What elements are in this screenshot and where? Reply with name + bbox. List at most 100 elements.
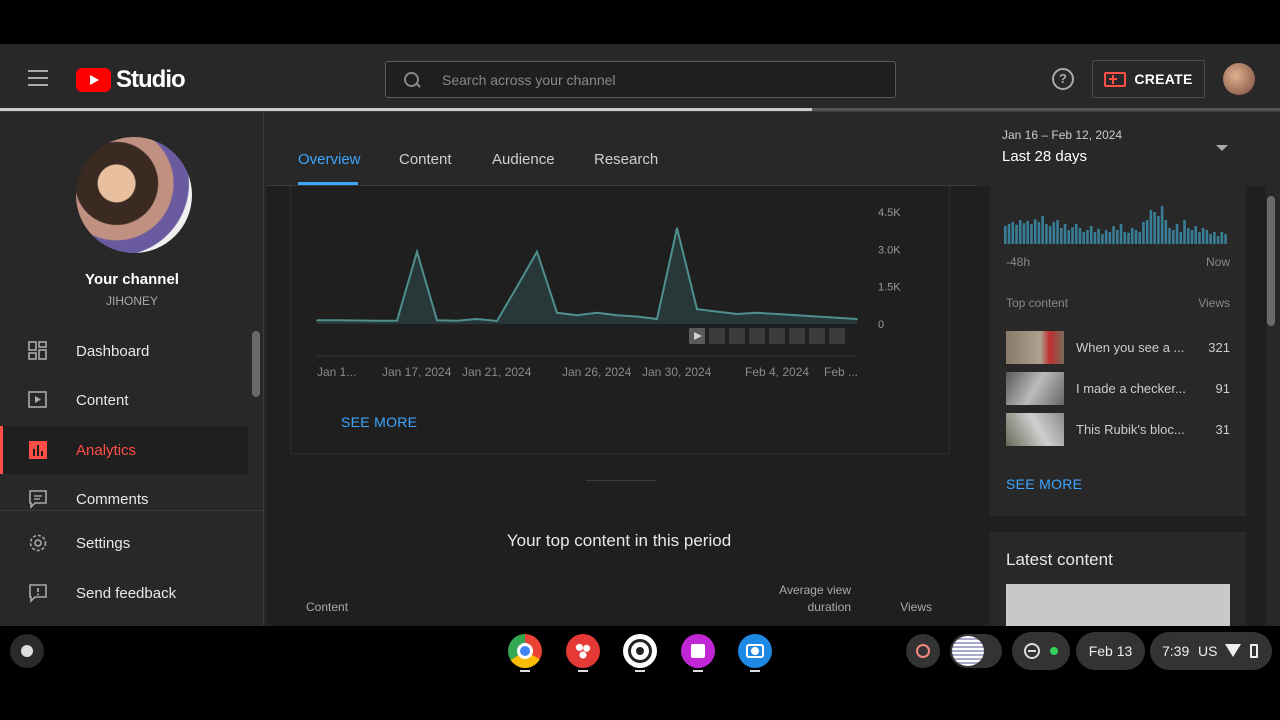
chart-step-button[interactable] bbox=[769, 328, 785, 344]
realtime-bar bbox=[1074, 224, 1078, 244]
sidebar-item-comments[interactable]: Comments bbox=[0, 475, 248, 523]
search-icon bbox=[404, 71, 420, 88]
column-header-content[interactable]: Content bbox=[306, 600, 348, 614]
create-button[interactable]: CREATE bbox=[1092, 60, 1205, 98]
realtime-bar bbox=[1172, 230, 1175, 244]
account-avatar[interactable] bbox=[1223, 63, 1255, 95]
chrome-icon[interactable] bbox=[508, 634, 542, 668]
screencast-icon[interactable] bbox=[681, 634, 715, 668]
realtime-bar bbox=[1015, 224, 1018, 244]
status-dot-icon bbox=[1050, 647, 1058, 655]
realtime-bar bbox=[1220, 232, 1224, 244]
holding-space-icon[interactable] bbox=[950, 634, 1002, 668]
sidebar-item-send-feedback[interactable]: Send feedback bbox=[0, 569, 248, 617]
views-data-point bbox=[656, 318, 658, 320]
studio-logo[interactable]: Studio bbox=[76, 66, 186, 94]
channel-title[interactable]: Your channel bbox=[0, 271, 264, 288]
views-data-point bbox=[576, 314, 578, 317]
realtime-bar bbox=[1209, 234, 1212, 244]
realtime-bar bbox=[1048, 226, 1052, 244]
chart-step-button[interactable] bbox=[809, 328, 825, 344]
realtime-bar bbox=[1007, 224, 1011, 244]
search-box[interactable] bbox=[385, 61, 896, 98]
top-content-row[interactable]: When you see a ... 321 bbox=[1006, 331, 1230, 365]
sidebar-item-settings[interactable]: Settings bbox=[0, 519, 248, 567]
chart-step-button[interactable] bbox=[829, 328, 845, 344]
views-data-point bbox=[436, 319, 438, 322]
section-divider bbox=[586, 480, 656, 481]
realtime-bar bbox=[1063, 224, 1067, 244]
chart-step-button[interactable] bbox=[789, 328, 805, 344]
hamburger-menu-icon[interactable] bbox=[28, 70, 48, 86]
top-header: Studio ? CREATE bbox=[0, 44, 1280, 112]
do-not-disturb-toggle[interactable] bbox=[1012, 632, 1070, 670]
page-scrollbar[interactable] bbox=[1267, 196, 1275, 326]
views-data-point bbox=[476, 318, 478, 320]
sidebar-item-label: Content bbox=[76, 391, 129, 409]
top-content-views-header: Views bbox=[1198, 296, 1230, 310]
see-more-top-content-link[interactable]: SEE MORE bbox=[1006, 476, 1082, 492]
search-input[interactable] bbox=[442, 71, 862, 88]
screen-record-icon[interactable] bbox=[906, 634, 940, 668]
video-title: This Rubik's bloc... bbox=[1076, 422, 1185, 437]
sidebar-scrollbar[interactable] bbox=[252, 331, 260, 397]
column-header-avg-view-duration[interactable]: Average view duration bbox=[736, 582, 851, 616]
top-content-row[interactable]: This Rubik's bloc... 31 bbox=[1006, 413, 1230, 447]
latest-video-thumbnail[interactable] bbox=[1006, 584, 1230, 626]
realtime-bar bbox=[1033, 219, 1037, 244]
realtime-bar bbox=[1119, 224, 1123, 244]
tab-audience[interactable]: Audience bbox=[492, 151, 555, 168]
x-tick-label: Jan 1... bbox=[317, 365, 356, 379]
comments-icon bbox=[29, 490, 47, 509]
date-range-selector[interactable]: Jan 16 – Feb 12, 2024 Last 28 days bbox=[986, 113, 1280, 186]
video-title: I made a checker... bbox=[1076, 381, 1186, 396]
realtime-bar bbox=[1004, 226, 1007, 244]
views-data-point bbox=[736, 313, 738, 315]
chart-step-button[interactable] bbox=[709, 328, 725, 344]
views-data-point bbox=[376, 320, 378, 322]
sidebar: Your channel JIHONEY Dashboard Content A… bbox=[0, 113, 264, 626]
top-content-row[interactable]: I made a checker... 91 bbox=[1006, 372, 1230, 406]
photos-camera-icon[interactable] bbox=[738, 634, 772, 668]
realtime-bar bbox=[1086, 230, 1089, 244]
video-views: 31 bbox=[1215, 422, 1230, 437]
tab-content[interactable]: Content bbox=[399, 151, 452, 168]
realtime-bar bbox=[1089, 226, 1093, 244]
tab-overview[interactable]: Overview bbox=[298, 151, 361, 168]
realtime-bar bbox=[1078, 228, 1082, 244]
realtime-bar bbox=[1101, 234, 1104, 244]
chart-step-button[interactable] bbox=[729, 328, 745, 344]
y-tick-label: 0 bbox=[878, 319, 884, 331]
camera-lens-icon[interactable] bbox=[623, 634, 657, 668]
chevron-down-icon bbox=[1216, 145, 1228, 151]
realtime-bar bbox=[1164, 220, 1168, 244]
realtime-bar bbox=[1190, 230, 1194, 244]
views-data-point bbox=[776, 313, 778, 315]
realtime-bar bbox=[1018, 220, 1022, 244]
sidebar-item-dashboard[interactable]: Dashboard bbox=[0, 327, 248, 375]
dashboard-icon bbox=[28, 341, 47, 360]
sidebar-item-content[interactable]: Content bbox=[0, 376, 248, 424]
realtime-bar bbox=[1175, 224, 1179, 244]
y-tick-label: 3.0K bbox=[878, 244, 901, 256]
running-indicator bbox=[635, 670, 645, 672]
launcher-icon[interactable] bbox=[10, 634, 44, 668]
system-tray[interactable]: 7:39 US bbox=[1150, 632, 1272, 670]
do-not-disturb-icon bbox=[1024, 643, 1040, 659]
calendar-date[interactable]: Feb 13 bbox=[1076, 632, 1145, 670]
sidebar-item-analytics[interactable]: Analytics bbox=[0, 426, 248, 474]
main-content: 4.5K 3.0K 1.5K 0 Jan 1... Jan 17, 2024 Jan 21,… bbox=[266, 186, 976, 626]
running-indicator bbox=[750, 670, 760, 672]
column-header-views[interactable]: Views bbox=[876, 600, 932, 614]
channel-avatar[interactable] bbox=[76, 137, 192, 253]
chart-step-button[interactable] bbox=[749, 328, 765, 344]
help-icon[interactable]: ? bbox=[1052, 68, 1074, 90]
paint-icon[interactable] bbox=[566, 634, 600, 668]
x-tick-label: Feb 4, 2024 bbox=[745, 365, 809, 379]
sidebar-item-label: Send feedback bbox=[76, 584, 177, 602]
latest-content-heading: Latest content bbox=[1006, 550, 1113, 569]
tab-research[interactable]: Research bbox=[594, 151, 658, 168]
y-tick-label: 4.5K bbox=[878, 207, 901, 219]
see-more-link[interactable]: SEE MORE bbox=[341, 414, 417, 430]
realtime-bar bbox=[1216, 236, 1220, 244]
